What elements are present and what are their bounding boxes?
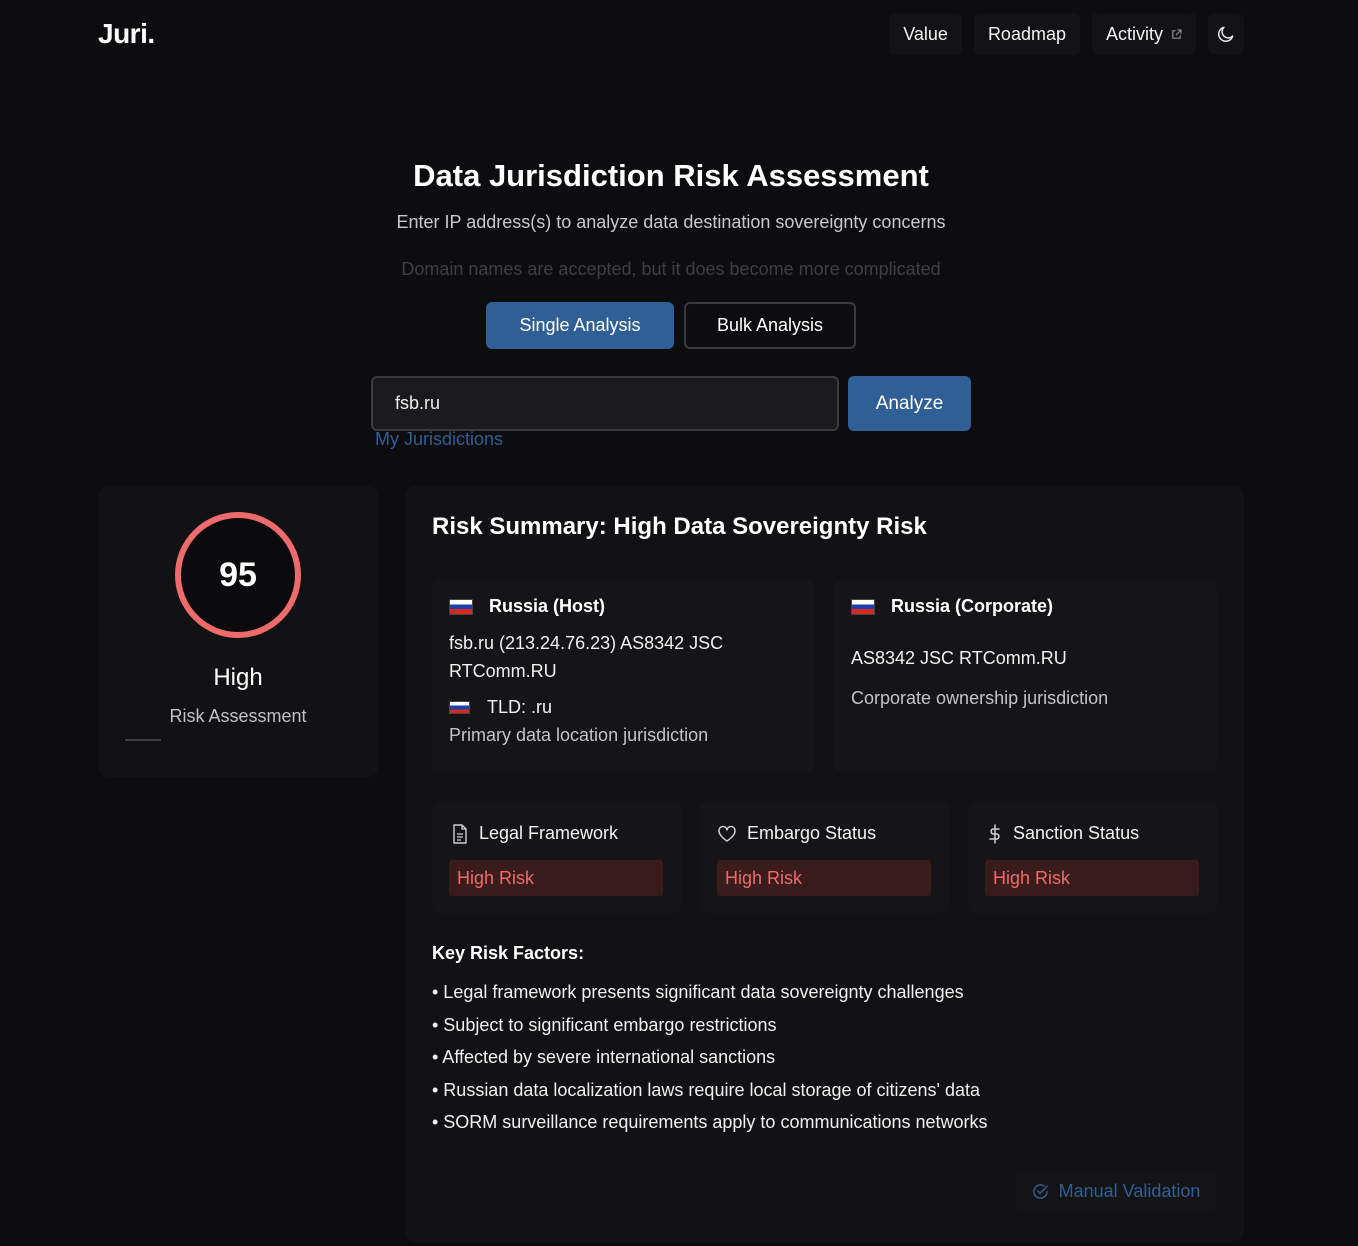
russia-flag-icon [851,598,875,615]
nav-roadmap[interactable]: Roadmap [973,13,1080,55]
corporate-detail: AS8342 JSC RTComm.RU [851,648,1067,668]
nav-roadmap-label: Roadmap [987,23,1066,44]
host-jurisdiction-header: Russia (Host) [449,596,605,617]
russia-flag-icon [449,598,473,615]
list-item: • Affected by severe international sanct… [432,1047,776,1067]
risk-summary-title: Risk Summary: High Data Sovereignty Risk [432,513,927,540]
theme-toggle-button[interactable] [1208,13,1244,55]
key-risk-factors-title: Key Risk Factors: [432,943,585,963]
check-circle-icon [1032,1183,1048,1199]
legal-framework-status-badge: High Risk [449,860,663,896]
legal-framework-label: Legal Framework [479,823,619,843]
moon-icon [1218,26,1234,42]
list-item: • Subject to significant embargo restric… [432,1014,777,1035]
sanction-status-status-badge: High Risk [985,860,1199,896]
host-detail: fsb.ru (213.24.76.23) AS8342 JSC RTComm.… [449,633,724,681]
embargo-status-header: Embargo Status [717,823,876,844]
sanction-status-label: Sanction Status [1013,823,1140,843]
embargo-status-status-badge: High Risk [717,860,931,896]
score-divider [125,739,161,741]
risk-assessment-caption: Risk Assessment [169,706,307,726]
manual-validation-label: Manual Validation [1058,1180,1201,1201]
logo[interactable]: Juri. [98,18,155,50]
list-item: • SORM surveillance requirements apply t… [432,1112,988,1132]
risk-score-value: 95 [219,555,257,594]
corporate-note: Corporate ownership jurisdiction [851,688,1109,708]
ip-domain-input[interactable] [371,376,839,431]
corporate-jurisdiction-title: Russia (Corporate) [891,596,1054,616]
tld-label: TLD: .ru [487,697,553,717]
key-risk-factors-list: • Legal framework presents significant d… [432,978,988,1141]
embargo-status-box: Embargo Status High Risk [700,801,949,913]
host-jurisdiction-title: Russia (Host) [489,596,606,616]
sanction-status-header: Sanction Status [987,823,1139,844]
nav-value[interactable]: Value [889,13,962,55]
corporate-jurisdiction-box: Russia (Corporate) AS8342 JSC RTComm.RU … [834,580,1217,772]
list-item: • Russian data localization laws require… [432,1079,981,1100]
top-nav: Value Roadmap Activity [889,13,1244,55]
risk-level: High [213,664,263,691]
page-subtitle: Enter IP address(s) to analyze data dest… [396,212,946,232]
tab-bulk-analysis[interactable]: Bulk Analysis [684,302,856,349]
external-link-icon [1172,28,1182,39]
risk-score-ring: 95 [175,512,301,638]
manual-validation-button[interactable]: Manual Validation [1015,1171,1217,1211]
domain-note: Domain names are accepted, but it does b… [401,259,941,279]
dollar-icon [989,823,1000,844]
document-icon [453,823,467,844]
nav-activity-label: Activity [1105,23,1163,44]
legal-framework-box: Legal Framework High Risk [432,801,681,913]
list-item: • Legal framework presents significant d… [432,982,964,1002]
russia-flag-icon [449,700,470,714]
host-jurisdiction-box: Russia (Host) fsb.ru (213.24.76.23) AS83… [432,580,815,772]
page: Juri. Value Roadmap Activity Data Jurisd… [0,0,1358,1246]
corporate-jurisdiction-header: Russia (Corporate) [851,596,1053,617]
host-note: Primary data location jurisdiction [449,725,709,745]
risk-score-card: 95 High Risk Assessment [98,486,378,777]
nav-activity[interactable]: Activity [1091,13,1196,55]
legal-framework-header: Legal Framework [451,823,618,844]
heart-icon [718,825,736,842]
nav-value-label: Value [903,23,948,44]
risk-summary-card: Risk Summary: High Data Sovereignty Risk… [405,486,1244,1242]
tld-row: TLD: .ru [449,693,552,721]
tab-single-analysis[interactable]: Single Analysis [486,302,674,349]
page-title: Data Jurisdiction Risk Assessment [413,158,929,193]
sanction-status-box: Sanction Status High Risk [968,801,1217,913]
analysis-tabs: Single Analysis Bulk Analysis [486,302,856,349]
embargo-status-label: Embargo Status [747,823,877,843]
analyze-button[interactable]: Analyze [848,376,971,431]
my-jurisdictions-link[interactable]: My Jurisdictions [375,429,503,450]
